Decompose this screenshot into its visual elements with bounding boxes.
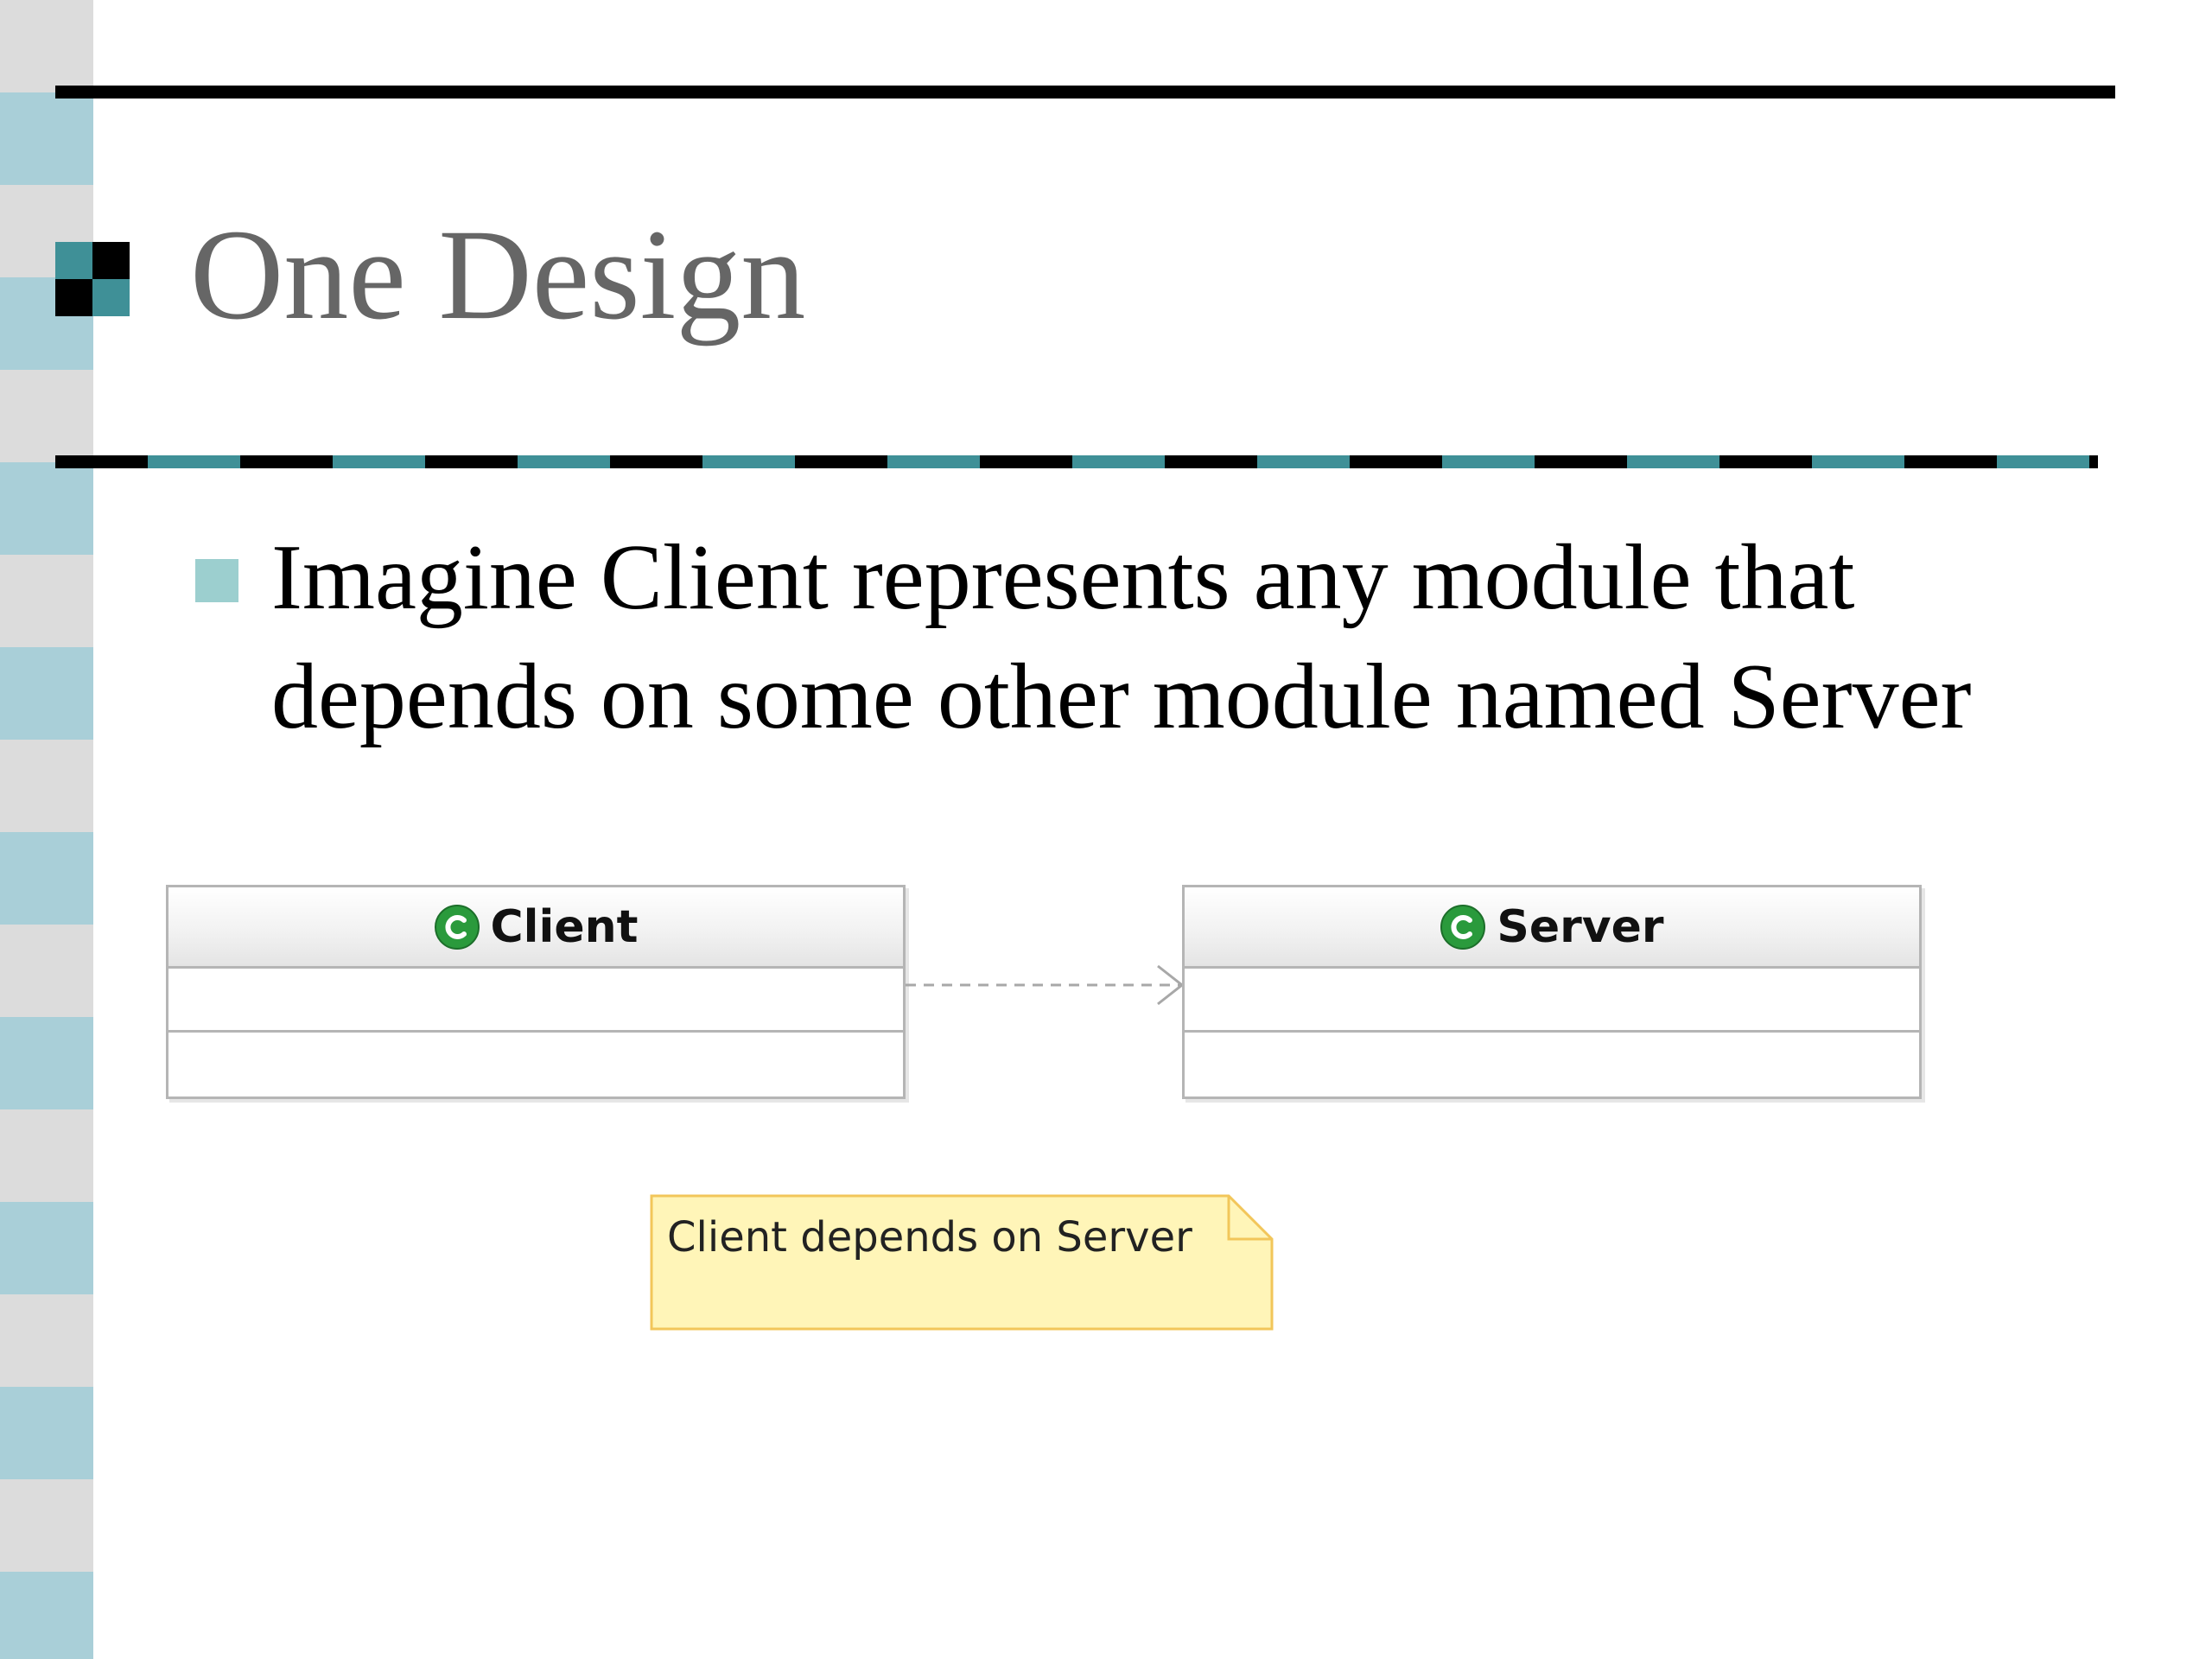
uml-operations-compartment — [168, 1033, 903, 1096]
slide: One Design Imagine Client represents any… — [0, 0, 2212, 1659]
uml-class-header: Client — [168, 887, 903, 969]
uml-note[interactable]: Client depends on Server — [650, 1194, 1274, 1331]
title-underline — [55, 455, 2098, 468]
note-text: Client depends on Server — [667, 1213, 1192, 1262]
square-bullet-icon — [195, 559, 238, 602]
top-rule — [55, 86, 2115, 99]
dependency-arrow — [906, 964, 1185, 1006]
class-name: Server — [1497, 900, 1664, 953]
uml-attributes-compartment — [1185, 969, 1919, 1033]
uml-class-client[interactable]: Client — [166, 885, 906, 1099]
uml-operations-compartment — [1185, 1033, 1919, 1096]
checker-square-icon — [55, 242, 130, 316]
uml-class-server[interactable]: Server — [1182, 885, 1922, 1099]
class-icon — [1440, 904, 1486, 950]
bullet-text: Imagine Client represents any module tha… — [271, 526, 1972, 748]
slide-title: One Design — [190, 203, 806, 346]
class-name: Client — [490, 900, 639, 953]
class-icon — [434, 904, 480, 950]
uml-attributes-compartment — [168, 969, 903, 1033]
uml-class-header: Server — [1185, 887, 1919, 969]
